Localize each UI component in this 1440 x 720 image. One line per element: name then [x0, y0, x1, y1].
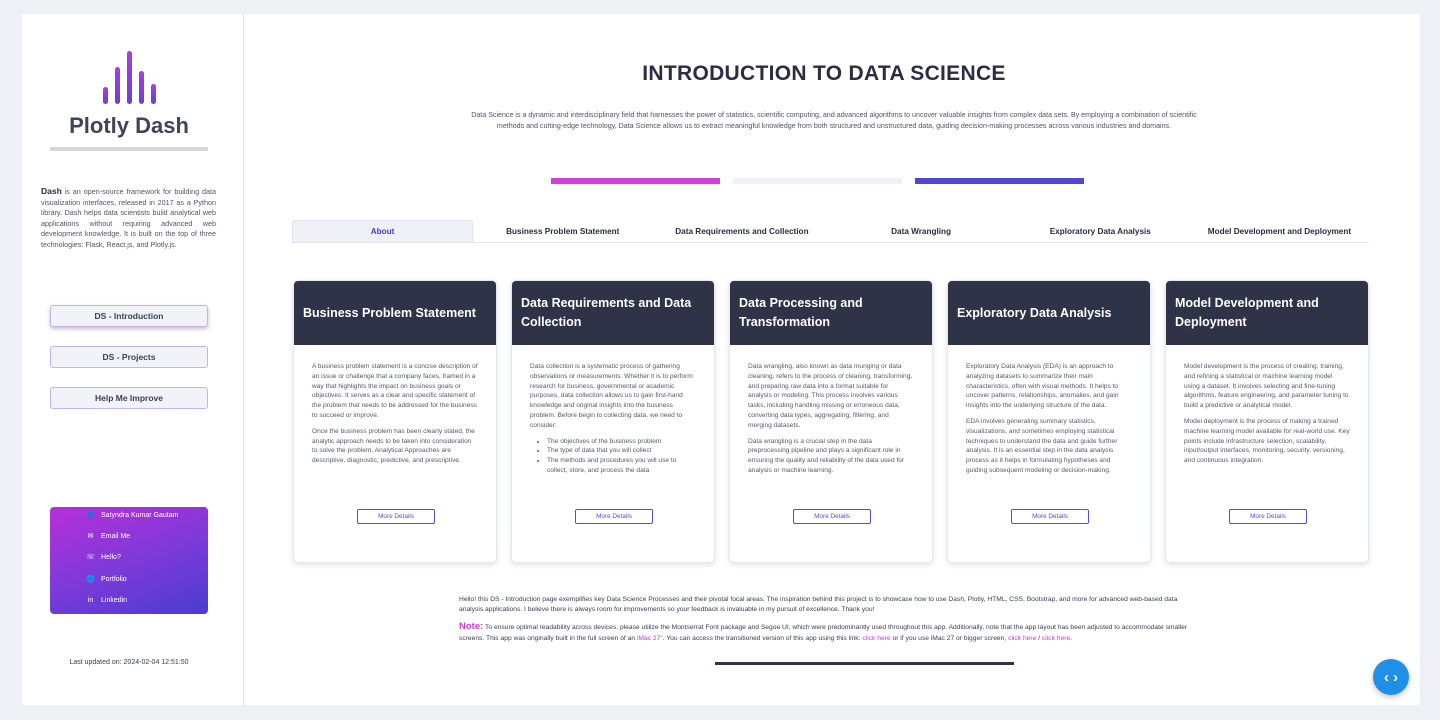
logo-bar [127, 51, 132, 104]
linkedin-link[interactable]: in Linkedin [86, 594, 127, 606]
logo-title: Plotly Dash [69, 113, 189, 138]
contact-label: Satyndra Kumar Gautam [101, 511, 179, 519]
list-item: The type of data that you will collect [547, 446, 696, 456]
more-details-button[interactable]: More Details [793, 509, 871, 524]
list-item: The methods and procedures you will use … [547, 456, 696, 476]
accent-bar-indigo [915, 178, 1084, 184]
imac-link[interactable]: iMac 27" [637, 635, 663, 642]
description-lead: Dash [41, 186, 62, 196]
card-paragraph: Once the business problem has been clear… [312, 427, 475, 465]
logo-bar [151, 84, 156, 104]
card-title: Exploratory Data Analysis [948, 281, 1150, 345]
ds-projects-button[interactable]: DS - Projects [50, 346, 208, 368]
linkedin-icon: in [87, 596, 94, 604]
card-paragraph: A business problem statement is a concis… [312, 363, 478, 419]
email-me-link[interactable]: ✉ Email Me [86, 530, 131, 542]
card-body: A business problem statement is a concis… [294, 345, 496, 466]
plotly-bars-logo-icon [103, 51, 156, 104]
card-paragraph: EDA involves generating summary statisti… [966, 417, 1118, 474]
contact-label: Portfolio [101, 575, 127, 583]
card-title: Data Processing and Transformation [730, 281, 932, 345]
note-text: . [1070, 634, 1073, 642]
help-me-improve-button[interactable]: Help Me Improve [50, 387, 208, 409]
code-icon[interactable]: ‹ › [1373, 659, 1409, 695]
contact-label: Email Me [101, 532, 131, 540]
app-frame: Plotly Dash Dash is an open-source frame… [22, 14, 1420, 705]
card-data-processing: Data Processing and Transformation Data … [729, 280, 933, 563]
contact-name-link[interactable]: 👤 Satyndra Kumar Gautam [86, 509, 178, 521]
logo-bar [103, 87, 108, 104]
card-paragraph: Data collection is a systematic process … [530, 363, 693, 429]
card-paragraph: Model development is the process of crea… [1184, 363, 1349, 410]
tab-data-requirements[interactable]: Data Requirements and Collection [652, 220, 831, 242]
divider [50, 147, 208, 151]
footer-divider [715, 662, 1014, 665]
card-paragraph: Model deployment is the process of makin… [1184, 417, 1350, 465]
note-text: or if you use iMac 27 or bigger screen, [890, 634, 1009, 642]
intro-paragraph: Data Science is a dynamic and interdisci… [471, 111, 1197, 130]
card-body: Data collection is a systematic process … [512, 345, 714, 476]
tab-exploratory-data-analysis[interactable]: Exploratory Data Analysis [1011, 220, 1190, 242]
tab-model-development[interactable]: Model Development and Deployment [1190, 220, 1369, 242]
transitioned-version-link[interactable]: click here [862, 635, 890, 642]
description-text: is an open-source framework for building… [41, 187, 216, 249]
list-item: The objectives of the business problem [547, 437, 696, 447]
card-title: Data Requirements and Data Collection [512, 281, 714, 345]
accent-bar-light [733, 178, 902, 184]
card-body: Data wrangling, also known as data mungi… [730, 345, 932, 476]
card-title: Model Development and Deployment [1166, 281, 1368, 345]
more-details-button[interactable]: More Details [575, 509, 653, 524]
footer-note: Note: To ensure optimal readability acro… [459, 621, 1199, 644]
more-details-button[interactable]: More Details [1011, 509, 1089, 524]
full-screen-link-1[interactable]: click here [1008, 635, 1036, 642]
card-paragraph: Data wrangling, also known as data mungi… [748, 363, 913, 429]
card-model-development: Model Development and Deployment Model d… [1165, 280, 1369, 563]
card-exploratory-data-analysis: Exploratory Data Analysis Exploratory Da… [947, 280, 1151, 563]
more-details-button[interactable]: More Details [357, 509, 435, 524]
note-label: Note: [459, 621, 484, 632]
portfolio-link[interactable]: 🌐 Portfolio [86, 573, 127, 585]
mail-icon: ✉ [87, 533, 94, 540]
tab-about[interactable]: About [292, 220, 474, 242]
hello-whatsapp-link[interactable]: ☏ Hello? [86, 551, 121, 563]
full-screen-link-2[interactable]: click here [1042, 635, 1070, 642]
sidebar: Plotly Dash Dash is an open-source frame… [22, 14, 244, 705]
person-icon: 👤 [86, 512, 95, 519]
section-tabs: About Business Problem Statement Data Re… [292, 220, 1369, 243]
card-body: Exploratory Data Analysis (EDA) is an ap… [948, 345, 1150, 476]
page-title: INTRODUCTION TO DATA SCIENCE [642, 62, 1006, 85]
globe-icon: 🌐 [86, 576, 95, 583]
whatsapp-icon: ☏ [86, 554, 95, 561]
footer-message: Hello! this DS - Introduction page exemp… [459, 596, 1178, 613]
note-text: . You can access the transitioned versio… [662, 634, 863, 642]
card-title: Business Problem Statement [294, 281, 496, 345]
contact-label: Linkedin [101, 596, 128, 604]
tab-data-wrangling[interactable]: Data Wrangling [832, 220, 1011, 242]
card-business-problem: Business Problem Statement A business pr… [293, 280, 497, 563]
card-paragraph: Data wrangling is a crucial step in the … [748, 437, 905, 474]
more-details-button[interactable]: More Details [1229, 509, 1307, 524]
contact-label: Hello? [101, 553, 121, 561]
last-updated: Last updated on: 2024-02-04 12:51:50 [69, 659, 189, 666]
dash-description: Dash is an open-source framework for bui… [41, 186, 216, 251]
logo-bar [115, 67, 120, 104]
card-body: Model development is the process of crea… [1166, 345, 1368, 466]
card-data-requirements: Data Requirements and Data Collection Da… [511, 280, 715, 563]
logo-bar [139, 71, 144, 104]
card-paragraph: Exploratory Data Analysis (EDA) is an ap… [966, 363, 1119, 410]
accent-bar-magenta [551, 178, 720, 184]
card-list: The objectives of the business problem T… [547, 437, 696, 476]
contact-panel [50, 507, 208, 614]
ds-introduction-button[interactable]: DS - Introduction [50, 305, 208, 327]
tab-business-problem-statement[interactable]: Business Problem Statement [473, 220, 652, 242]
